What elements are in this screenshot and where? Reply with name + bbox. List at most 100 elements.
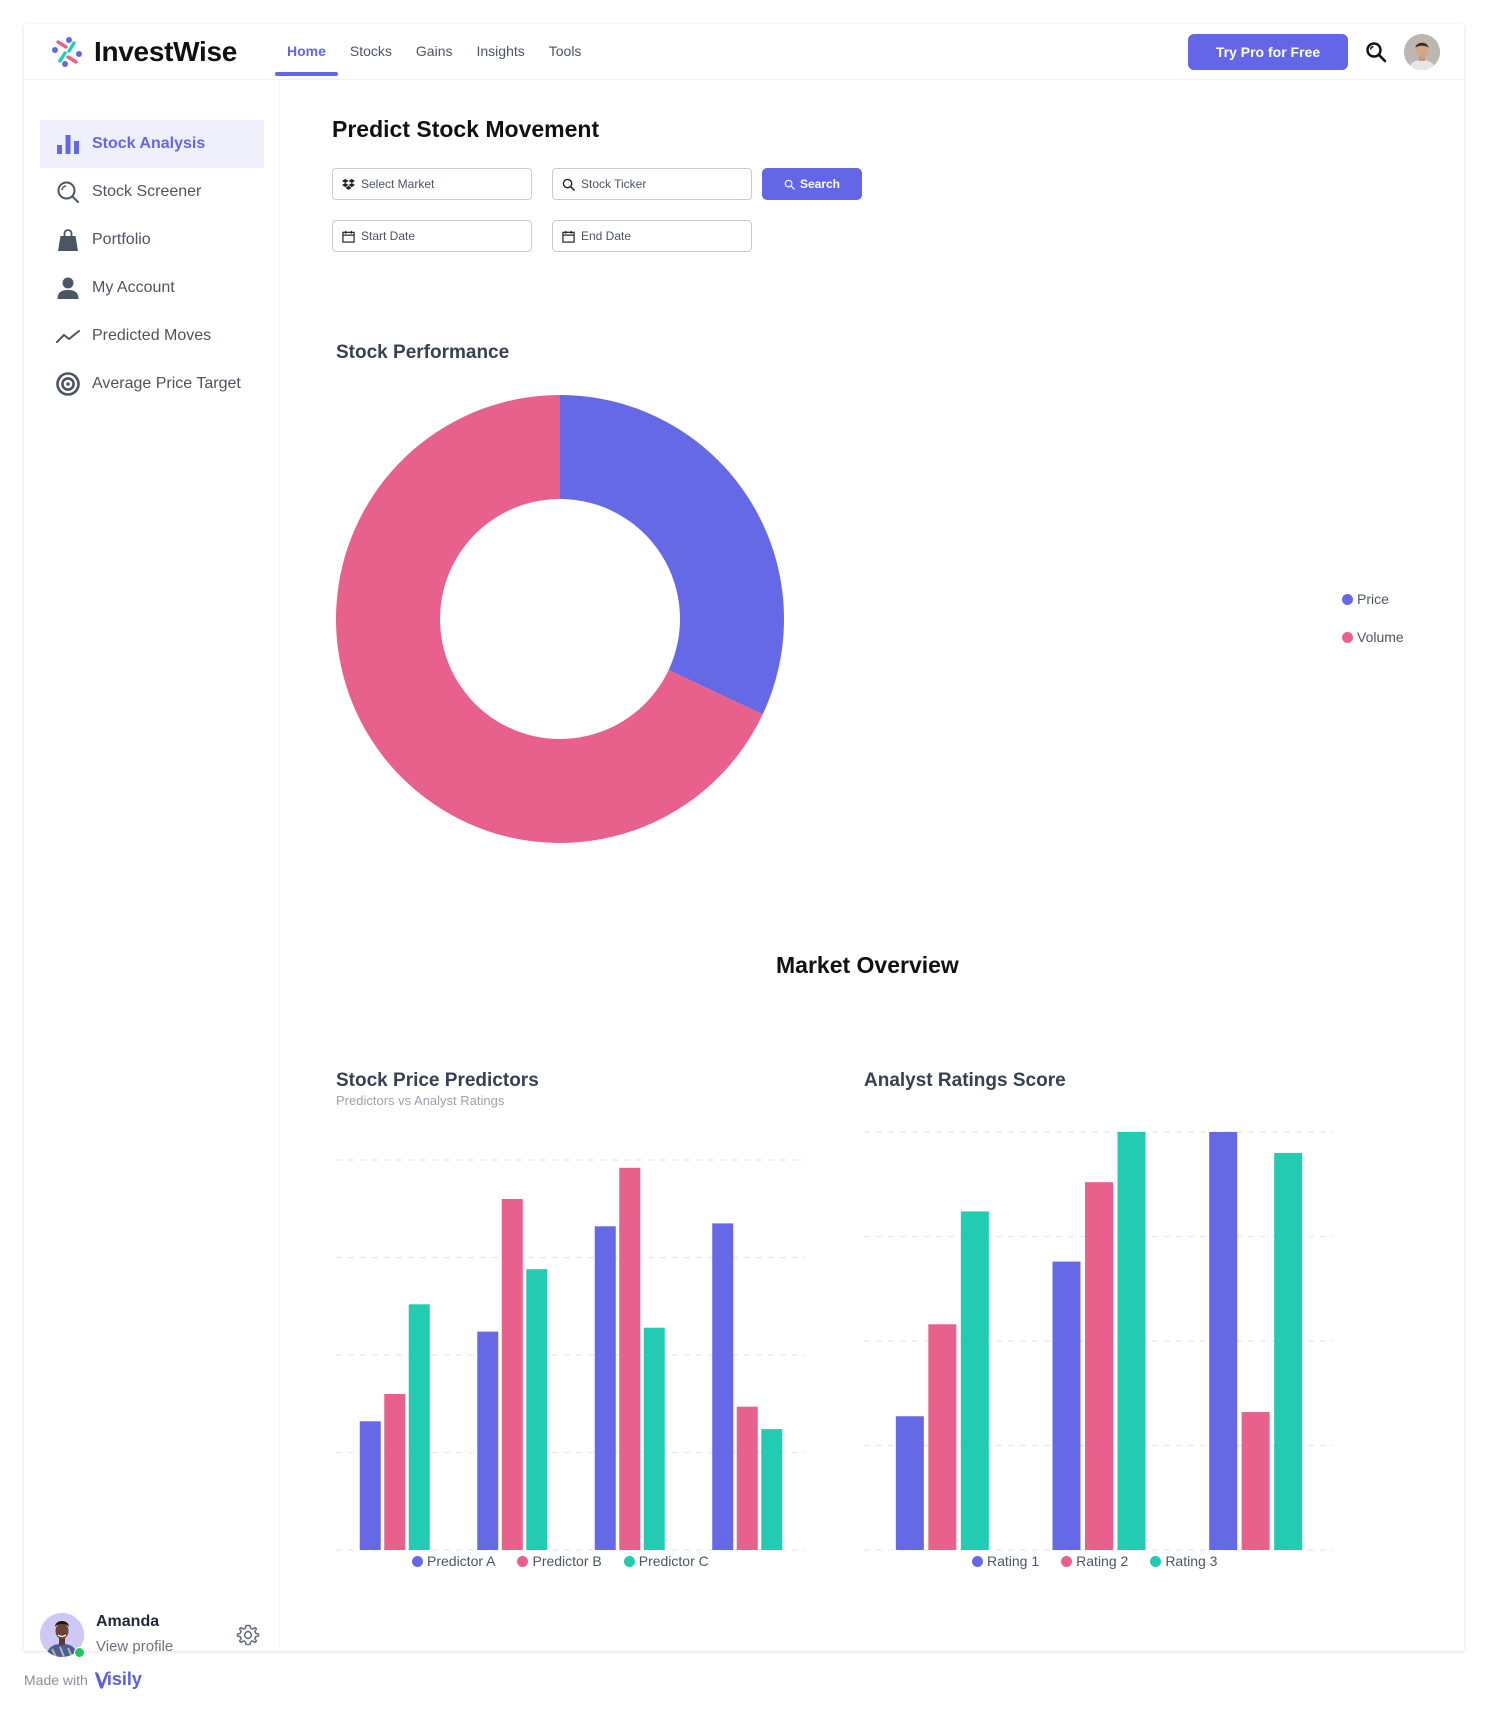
- legend-label: Predictor B: [532, 1553, 602, 1569]
- sidebar-item-label: Stock Screener: [92, 183, 202, 200]
- online-status-indicator: [74, 1647, 85, 1658]
- bar-chart-icon: [57, 135, 79, 154]
- legend-item-predictor-a[interactable]: Predictor A: [412, 1553, 495, 1569]
- nav-gains[interactable]: Gains: [404, 24, 465, 80]
- search-button[interactable]: Search: [762, 168, 862, 200]
- legend-dot: [517, 1555, 529, 1567]
- stock-ticker-input[interactable]: Stock Ticker: [552, 168, 752, 200]
- legend-dot: [1061, 1555, 1073, 1567]
- stock-price-predictors-subtitle: Predictors vs Analyst Ratings: [336, 1093, 505, 1108]
- bar-predictor-b-group-3[interactable]: [619, 1167, 641, 1550]
- sidebar-item-predicted-moves[interactable]: Predicted Moves: [40, 312, 264, 360]
- end-date-placeholder: End Date: [581, 229, 632, 243]
- bar-predictor-b-group-1[interactable]: [384, 1394, 406, 1550]
- bar-predictor-c-group-2[interactable]: [526, 1269, 548, 1550]
- nav-home[interactable]: Home: [275, 24, 338, 80]
- user-avatar[interactable]: [1404, 34, 1440, 70]
- legend-label: Predictor C: [638, 1553, 709, 1569]
- end-date-input[interactable]: End Date: [552, 220, 752, 252]
- bar-rating-3-group-1[interactable]: [960, 1211, 989, 1550]
- sparkle-logo-icon: [52, 37, 82, 67]
- view-profile-link[interactable]: View profile: [96, 1638, 173, 1655]
- donut-slice-price[interactable]: [560, 395, 784, 715]
- app-name: InvestWise: [94, 36, 238, 67]
- bar-predictor-a-group-3[interactable]: [594, 1226, 616, 1550]
- nav-tools[interactable]: Tools: [537, 24, 594, 80]
- legend-label: Predictor A: [427, 1553, 496, 1569]
- made-with-badge[interactable]: Made with isily: [24, 1669, 142, 1690]
- bar-predictor-b-group-4[interactable]: [736, 1406, 758, 1550]
- sidebar-item-my-account[interactable]: My Account: [40, 264, 264, 312]
- bar-rating-2-group-3[interactable]: [1241, 1412, 1270, 1550]
- legend-label: Rating 3: [1165, 1553, 1218, 1569]
- user-name: Amanda: [96, 1613, 160, 1630]
- sidebar-item-label: Portfolio: [92, 231, 151, 248]
- start-date-placeholder: Start Date: [361, 229, 416, 243]
- search-button-label: Search: [799, 177, 841, 191]
- bar-rating-3-group-2[interactable]: [1117, 1132, 1146, 1550]
- bar-rating-3-group-3[interactable]: [1274, 1152, 1303, 1550]
- user-profile: Amanda View profile: [40, 1611, 270, 1661]
- man-portrait-icon: [1404, 34, 1440, 70]
- calendar-icon: [562, 230, 575, 243]
- legend-item-rating-3[interactable]: Rating 3: [1150, 1553, 1217, 1569]
- nav-stocks[interactable]: Stocks: [338, 24, 404, 80]
- stock-performance-title: Stock Performance: [336, 342, 510, 363]
- legend-dot: [1150, 1555, 1162, 1567]
- sidebar-item-portfolio[interactable]: Portfolio: [40, 216, 264, 264]
- legend-item-predictor-c[interactable]: Predictor C: [623, 1553, 709, 1569]
- bar-predictor-a-group-1[interactable]: [359, 1421, 381, 1550]
- bar-predictor-a-group-4[interactable]: [712, 1223, 734, 1550]
- legend-dot: [1342, 631, 1353, 643]
- ratings-legend: Rating 1 Rating 2 Rating 3: [972, 1553, 1217, 1569]
- main-nav: Home Stocks Gains Insights Tools: [275, 24, 593, 80]
- stock-ticker-placeholder: Stock Ticker: [581, 177, 647, 191]
- select-market-placeholder: Select Market: [361, 177, 435, 191]
- select-market-dropdown[interactable]: Select Market: [332, 168, 532, 200]
- try-pro-button[interactable]: Try Pro for Free: [1188, 34, 1348, 70]
- bar-predictor-c-group-1[interactable]: [408, 1304, 430, 1550]
- legend-item-volume[interactable]: Volume: [1342, 627, 1404, 647]
- legend-item-predictor-b[interactable]: Predictor B: [517, 1553, 602, 1569]
- legend-item-price[interactable]: Price: [1342, 589, 1404, 609]
- person-icon: [57, 277, 79, 299]
- bar-rating-2-group-1[interactable]: [928, 1324, 957, 1550]
- bar-predictor-c-group-3[interactable]: [643, 1327, 665, 1550]
- legend-item-rating-2[interactable]: Rating 2: [1061, 1553, 1128, 1569]
- bar-predictor-c-group-4[interactable]: [761, 1429, 783, 1550]
- search-icon: [562, 178, 575, 191]
- legend-label: Rating 2: [1076, 1553, 1129, 1569]
- search-icon[interactable]: [1364, 40, 1388, 64]
- sidebar-item-label: My Account: [92, 279, 175, 296]
- sidebar-item-stock-analysis[interactable]: Stock Analysis: [40, 120, 264, 168]
- sidebar-item-label: Stock Analysis: [92, 135, 206, 152]
- bar-rating-1-group-1[interactable]: [895, 1416, 924, 1550]
- sidebar-item-stock-screener[interactable]: Stock Screener: [40, 168, 264, 216]
- visily-wordmark: isily: [106, 1669, 142, 1689]
- gear-icon[interactable]: [236, 1623, 260, 1647]
- legend-item-rating-1[interactable]: Rating 1: [972, 1553, 1039, 1569]
- legend-label: Price: [1357, 591, 1389, 607]
- market-overview-title: Market Overview: [776, 952, 959, 978]
- bar-rating-1-group-3[interactable]: [1209, 1132, 1238, 1550]
- bar-predictor-a-group-2[interactable]: [477, 1331, 499, 1550]
- calendar-icon: [342, 230, 355, 243]
- stock-performance-donut-chart: [336, 395, 784, 843]
- sidebar-item-label: Average Price Target: [92, 375, 241, 392]
- sidebar-item-average-price-target[interactable]: Average Price Target: [40, 360, 264, 408]
- bar-rating-1-group-2[interactable]: [1052, 1261, 1081, 1550]
- shopping-bag-icon: [58, 229, 78, 251]
- logo[interactable]: InvestWise: [50, 35, 237, 69]
- donut-legend: Price Volume: [1342, 589, 1404, 665]
- start-date-input[interactable]: Start Date: [332, 220, 532, 252]
- legend-dot: [623, 1555, 635, 1567]
- bar-rating-2-group-2[interactable]: [1085, 1182, 1113, 1550]
- search-icon: [57, 181, 79, 203]
- legend-label: Rating 1: [987, 1553, 1040, 1569]
- nav-insights[interactable]: Insights: [465, 24, 537, 80]
- bar-predictor-b-group-2[interactable]: [501, 1199, 523, 1550]
- target-icon: [56, 372, 80, 396]
- legend-dot: [412, 1555, 423, 1567]
- stock-price-predictors-title: Stock Price Predictors: [336, 1070, 539, 1091]
- sidebar-item-label: Predicted Moves: [92, 327, 212, 344]
